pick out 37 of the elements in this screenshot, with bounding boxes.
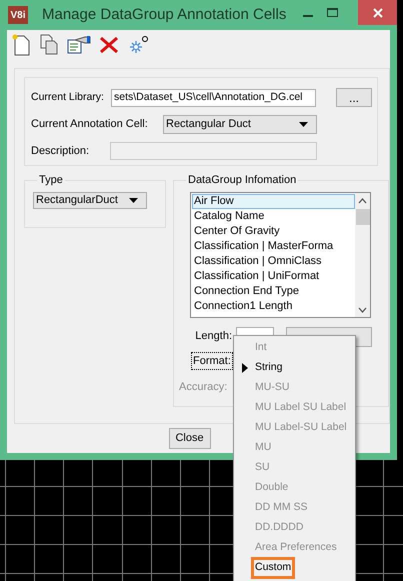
- field-label: Accuracy:: [179, 380, 228, 395]
- menu-item[interactable]: Custom: [254, 560, 292, 576]
- field-label: Current Annotation Cell:: [31, 117, 149, 132]
- list-item[interactable]: Air Flow: [192, 194, 355, 208]
- delete-icon[interactable]: [99, 36, 119, 54]
- field-label: Length:: [194, 329, 232, 344]
- minimize-icon[interactable]: [303, 14, 313, 18]
- sparkle-icon[interactable]: [127, 35, 149, 55]
- type-dropdown[interactable]: RectangularDuct: [33, 192, 147, 208]
- field-label: Description:: [31, 144, 90, 159]
- close-icon[interactable]: [358, 0, 397, 25]
- scroll-thumb[interactable]: [356, 208, 370, 224]
- list-item[interactable]: Connection End Type: [192, 284, 355, 298]
- annotation-cell-dropdown[interactable]: Rectangular Duct: [163, 115, 317, 134]
- description-field[interactable]: [110, 142, 317, 160]
- app-icon: V8i: [8, 6, 28, 24]
- new-document-icon[interactable]: [11, 34, 31, 56]
- list-item[interactable]: Classification | OmniClass: [192, 254, 355, 268]
- window-title: Manage DataGroup Annotation Cells: [42, 4, 286, 25]
- list-item[interactable]: Classification | UniFormat: [192, 268, 355, 284]
- maximize-icon[interactable]: [327, 8, 338, 16]
- group-title: DataGroup Infomation: [187, 173, 298, 188]
- menu-item[interactable]: String: [254, 360, 284, 376]
- close-button[interactable]: Close: [168, 428, 210, 449]
- list-item[interactable]: Connection1 Length: [192, 298, 355, 314]
- library-field[interactable]: sets\Dataset_US\cell\Annotation_DG.cel: [111, 88, 316, 106]
- dropdown-arrow-icon: [299, 122, 308, 127]
- copy-icon[interactable]: [39, 34, 59, 56]
- field-label: Current Library:: [31, 90, 105, 105]
- list-item[interactable]: Center Of Gravity: [192, 224, 355, 238]
- group-title: Type: [38, 173, 64, 188]
- browse-button[interactable]: ...: [336, 88, 372, 107]
- list-item[interactable]: Classification | MasterForma: [192, 238, 355, 254]
- list-item[interactable]: Catalog Name: [192, 208, 355, 224]
- dropdown-arrow-icon: [129, 198, 138, 202]
- scrollbar[interactable]: [355, 192, 370, 316]
- form-icon[interactable]: [67, 35, 91, 55]
